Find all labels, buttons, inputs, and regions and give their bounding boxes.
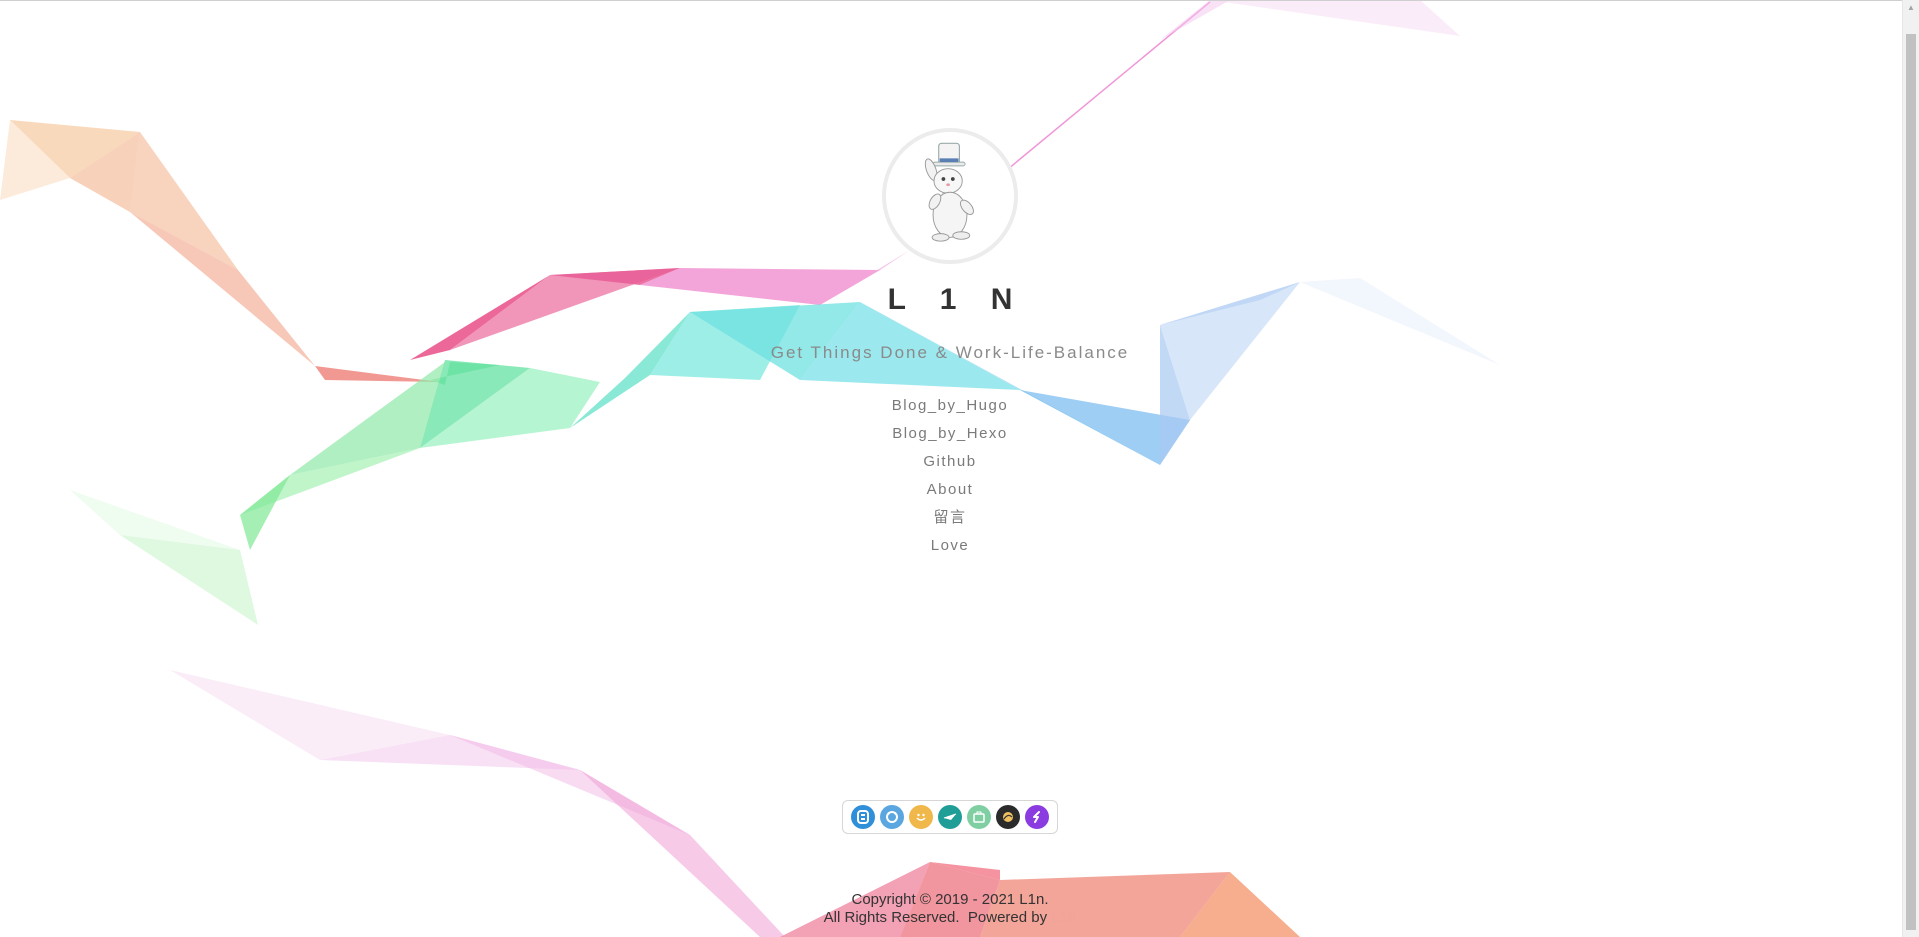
vertical-scrollbar[interactable]: ▲ (1902, 0, 1919, 937)
avatar[interactable] (882, 128, 1018, 264)
link-icon[interactable] (1025, 805, 1049, 829)
main-nav: Blog_by_Hugo Blog_by_Hexo Github About 留… (800, 396, 1100, 564)
nav-link-blog-by-hexo[interactable]: Blog_by_Hexo (892, 425, 1008, 442)
page: L 1 N Get Things Done & Work-Life-Balanc… (0, 0, 1919, 937)
site-subtitle: Get Things Done & Work-Life-Balance (770, 343, 1130, 362)
nav-link-love[interactable]: Love (931, 537, 970, 554)
scroll-up-arrow-icon[interactable]: ▲ (1903, 0, 1919, 16)
nav-item: Blog_by_Hugo (800, 396, 1100, 424)
nav-link-message[interactable]: 留言 (933, 509, 966, 526)
copyright-text: Copyright © 2019 - 2021 L1n. (851, 891, 1049, 908)
footer-line-2: All Rights Reserved. Powered by L1n (700, 909, 1200, 927)
briefcase-icon[interactable] (967, 805, 991, 829)
powered-by-link[interactable]: L1n (1051, 909, 1076, 926)
social-links-bar (842, 800, 1058, 834)
smile-icon[interactable] (909, 805, 933, 829)
nav-item: About (800, 480, 1100, 508)
top-border (0, 0, 1903, 1)
powered-by-text: Powered by (967, 909, 1048, 926)
github-icon[interactable] (880, 805, 904, 829)
bird-icon[interactable] (996, 805, 1020, 829)
nav-item: Github (800, 452, 1100, 480)
footer: Copyright © 2019 - 2021 L1n. All Rights … (700, 891, 1200, 927)
plane-icon[interactable] (938, 805, 962, 829)
site-title: L 1 N (887, 283, 1026, 316)
blog-icon[interactable] (851, 805, 875, 829)
nav-item: Blog_by_Hexo (800, 424, 1100, 452)
nav-link-github[interactable]: Github (923, 453, 976, 470)
nav-link-about[interactable]: About (927, 481, 974, 498)
rabbit-avatar-icon (886, 132, 1014, 260)
nav-item: 留言 (800, 508, 1100, 536)
scrollbar-thumb[interactable] (1906, 34, 1916, 930)
nav-link-blog-by-hugo[interactable]: Blog_by_Hugo (892, 397, 1008, 414)
rights-text: All Rights Reserved. (823, 909, 960, 926)
nav-item: Love (800, 536, 1100, 564)
